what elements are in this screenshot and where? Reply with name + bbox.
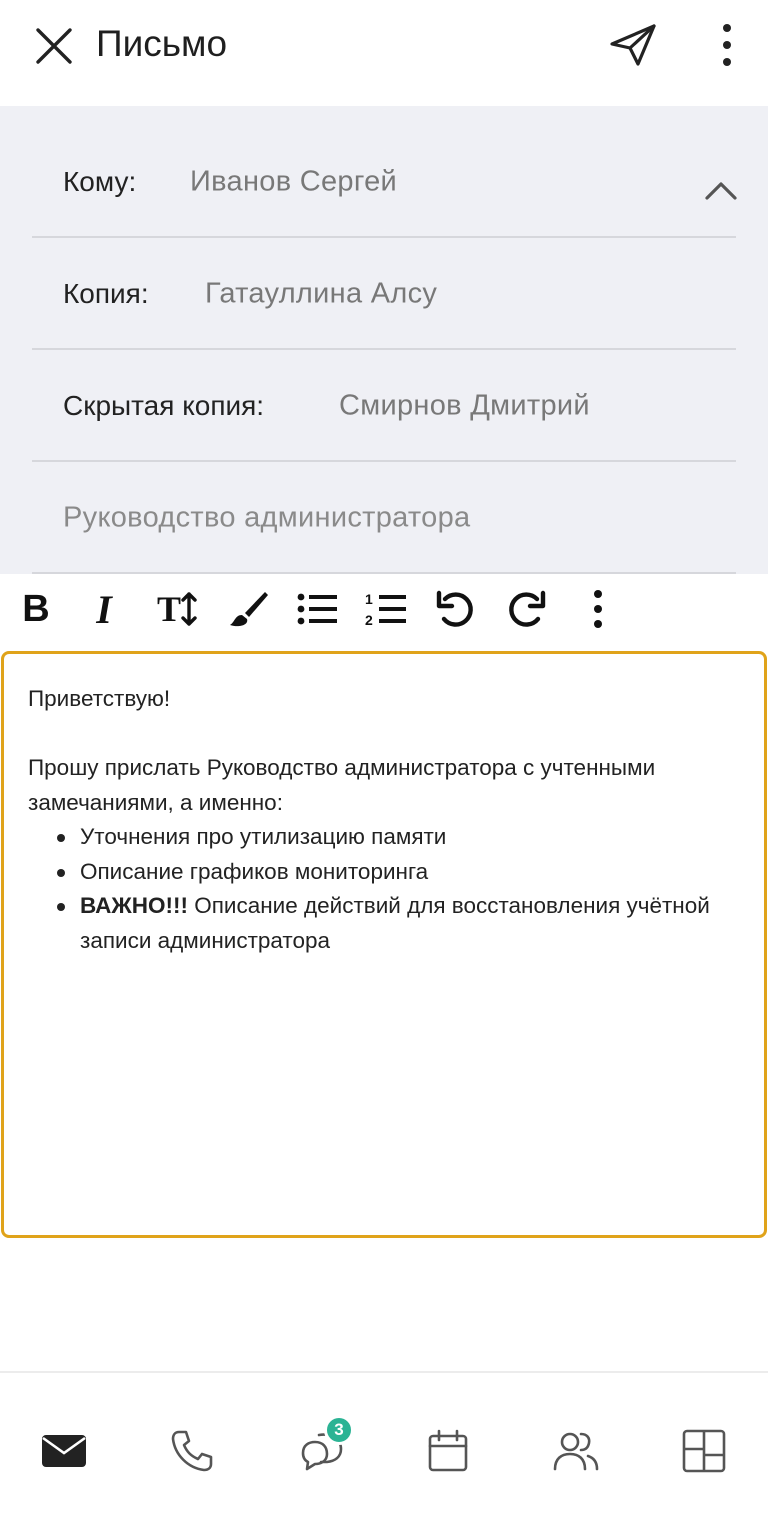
app-header: Письмо	[0, 0, 768, 106]
bullet-list-icon[interactable]	[296, 586, 340, 632]
cc-field[interactable]: Гатауллина Алсу	[205, 278, 437, 311]
list-item: ВАЖНО!!! Описание действий для восстанов…	[57, 889, 740, 958]
message-editor[interactable]: Приветствую! Прошу прислать Руководство …	[1, 651, 767, 1238]
bcc-label: Скрытая копия:	[63, 390, 265, 421]
numbered-list-icon[interactable]: 1 2	[364, 586, 408, 632]
italic-label: I	[96, 586, 112, 632]
send-icon[interactable]	[608, 22, 658, 68]
brush-icon[interactable]	[226, 586, 270, 632]
body-list: Уточнения про утилизацию памяти Описание…	[28, 820, 740, 958]
undo-icon[interactable]	[434, 586, 478, 632]
greeting-text: Приветствую!	[28, 686, 171, 711]
list-item: Описание графиков мониторинга	[57, 855, 740, 890]
page-title: Письмо	[96, 23, 228, 64]
recipients-panel: Кому: Иванов Сергей Копия: Гатауллина Ал…	[0, 106, 768, 574]
cc-row[interactable]: Копия: Гатауллина Алсу	[32, 238, 736, 350]
italic-icon[interactable]: I	[82, 586, 126, 632]
to-field[interactable]: Иванов Сергей	[190, 166, 397, 199]
apps-icon[interactable]	[672, 1423, 736, 1479]
text-size-label: T	[156, 589, 181, 629]
compose-screen: Письмо Кому: Иванов Сергей Копия: Гатаул…	[0, 0, 768, 1531]
svg-text:1: 1	[365, 591, 373, 607]
svg-text:2: 2	[365, 612, 373, 628]
redo-icon[interactable]	[504, 586, 548, 632]
bottom-nav: 3	[0, 1373, 768, 1531]
more-vertical-icon[interactable]	[576, 586, 620, 632]
phone-icon[interactable]	[160, 1423, 224, 1479]
chat-badge: 3	[324, 1415, 354, 1445]
subject-row[interactable]: Руководство администратора	[32, 462, 736, 574]
list-item: Уточнения про утилизацию памяти	[57, 820, 740, 855]
bcc-field[interactable]: Смирнов Дмитрий	[339, 390, 590, 423]
subject-field[interactable]: Руководство администратора	[63, 502, 470, 535]
intro-text: Прошу прислать Руководство администратор…	[28, 755, 656, 815]
bold-label: B	[22, 587, 50, 630]
cc-label: Копия:	[63, 278, 149, 309]
more-vertical-icon[interactable]	[714, 20, 740, 70]
chat-icon[interactable]: 3	[290, 1415, 354, 1479]
mail-icon[interactable]	[32, 1423, 96, 1479]
contacts-icon[interactable]	[544, 1423, 608, 1479]
chevron-up-icon[interactable]	[704, 179, 738, 201]
to-label: Кому:	[63, 166, 137, 197]
to-row[interactable]: Кому: Иванов Сергей	[32, 126, 738, 238]
close-icon[interactable]	[34, 26, 74, 66]
calendar-icon[interactable]	[416, 1423, 480, 1479]
bold-icon[interactable]: B	[14, 586, 58, 632]
bcc-row[interactable]: Скрытая копия: Смирнов Дмитрий	[32, 350, 736, 462]
text-size-icon[interactable]: T	[152, 586, 202, 632]
format-toolbar: B I T 1 2	[0, 576, 768, 644]
important-label: ВАЖНО!!!	[80, 893, 188, 918]
